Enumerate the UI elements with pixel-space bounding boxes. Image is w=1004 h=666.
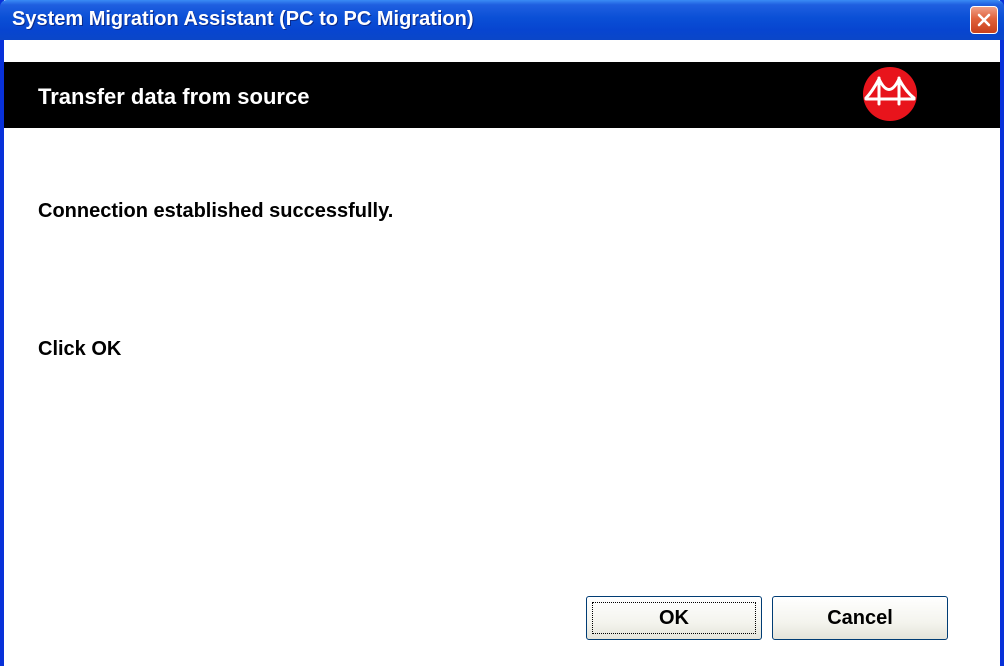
cancel-button-label: Cancel [827, 606, 893, 629]
title-bar[interactable]: System Migration Assistant (PC to PC Mig… [0, 0, 1004, 40]
close-icon [977, 13, 991, 27]
instruction-text: Click OK [38, 338, 122, 360]
ok-button-label: OK [659, 606, 689, 629]
header-title: Transfer data from source [38, 84, 310, 109]
migration-dialog: System Migration Assistant (PC to PC Mig… [0, 0, 1004, 666]
ok-button[interactable]: OK [586, 596, 762, 640]
bridge-logo-icon [863, 67, 917, 121]
close-button[interactable] [970, 6, 998, 34]
cancel-button[interactable]: Cancel [772, 596, 948, 640]
header-banner: Transfer data from source [4, 62, 1000, 128]
window-title: System Migration Assistant (PC to PC Mig… [12, 8, 474, 30]
connection-status-message: Connection established successfully. [38, 200, 394, 222]
